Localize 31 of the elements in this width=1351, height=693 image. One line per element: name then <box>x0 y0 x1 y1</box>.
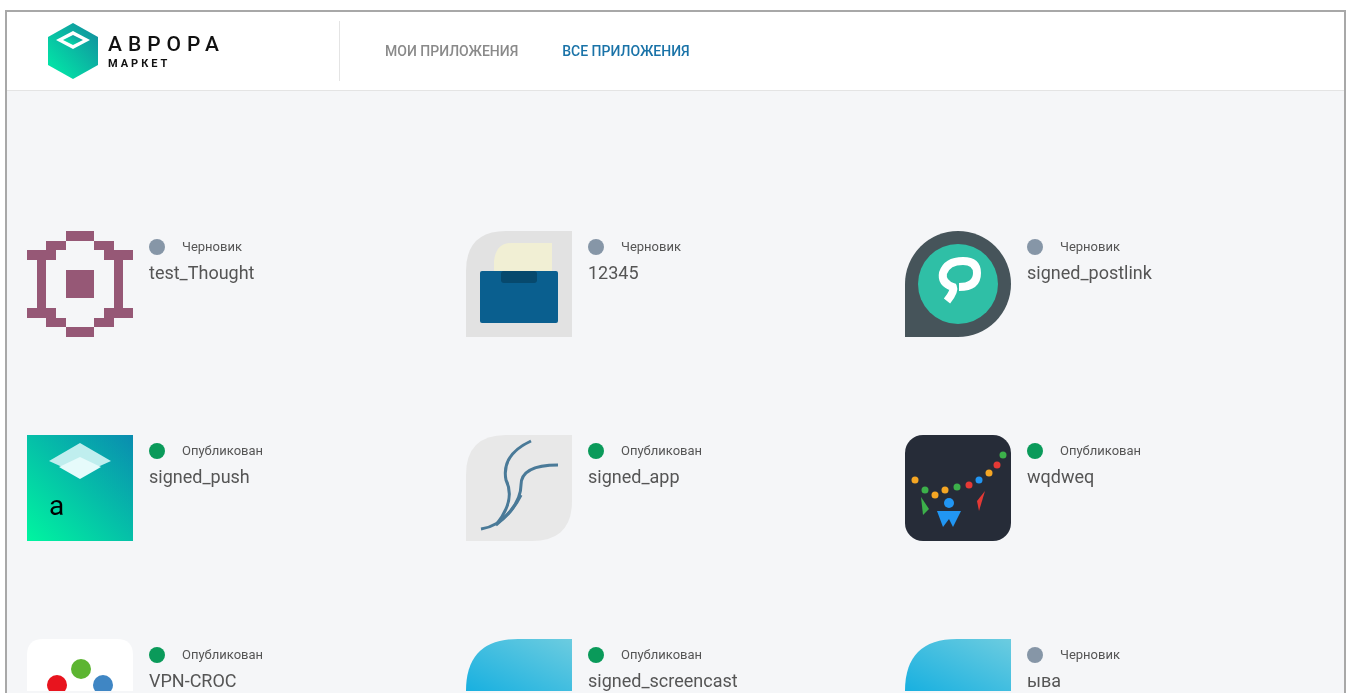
status-label: Черновик <box>1060 238 1120 256</box>
stylized-s-icon <box>466 435 572 541</box>
status-label: Опубликован <box>182 442 264 460</box>
status-label: Опубликован <box>621 442 703 460</box>
nav-tab[interactable]: МОИ ПРИЛОЖЕНИЯ <box>385 40 519 62</box>
status-label: Черновик <box>621 238 681 256</box>
status-label: Опубликован <box>621 646 703 664</box>
leaf-icon <box>466 639 572 691</box>
status-label: Опубликован <box>1060 442 1142 460</box>
app-name-link[interactable]: wqdweq <box>1027 462 1142 490</box>
confetti-people-icon <box>905 435 1011 541</box>
cube-logo-icon <box>48 23 98 79</box>
app-name-link[interactable]: signed_postlink <box>1027 258 1152 286</box>
app-name-link[interactable]: VPN-CROC <box>149 666 264 693</box>
app-name-link[interactable]: test_Thought <box>149 258 255 286</box>
status-label: Черновик <box>182 238 242 256</box>
chat-p-icon <box>905 231 1011 337</box>
app-name-link[interactable]: signed_push <box>149 462 264 490</box>
logo-subtitle: МАРКЕТ <box>108 57 172 69</box>
logo-title: АВРОРА <box>108 33 225 55</box>
app-name-link[interactable]: signed_app <box>588 462 703 490</box>
folder-drawer-icon <box>466 231 572 337</box>
app-name-link[interactable]: signed_screencast <box>588 666 738 693</box>
nav-tab[interactable]: ВСЕ ПРИЛОЖЕНИЯ <box>562 40 690 62</box>
pixel-gear-icon <box>27 231 133 337</box>
leaf-shape-icon <box>905 639 1011 691</box>
app-name-link[interactable]: 12345 <box>588 258 681 286</box>
app-name-link[interactable]: ыва <box>1027 666 1120 693</box>
status-label: Опубликован <box>182 646 264 664</box>
chevron-letter-icon: a <box>27 435 133 541</box>
status-label: Черновик <box>1060 646 1120 664</box>
